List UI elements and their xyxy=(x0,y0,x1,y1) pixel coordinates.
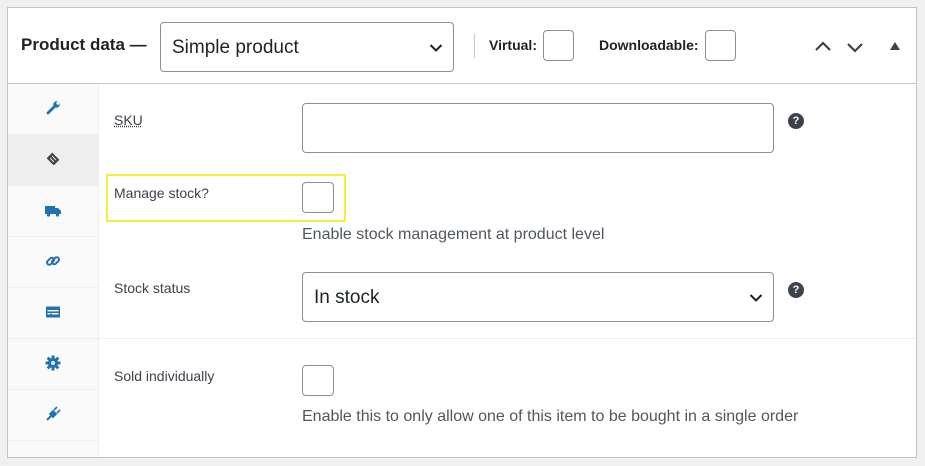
tab-general[interactable] xyxy=(8,84,99,135)
tab-advanced[interactable] xyxy=(8,339,99,390)
plug-icon xyxy=(46,406,61,421)
manage-stock-description: Enable stock management at product level xyxy=(302,226,605,243)
chevron-down-icon xyxy=(749,294,763,302)
stock-status-help-icon[interactable]: ? xyxy=(788,282,804,298)
stock-status-label: Stock status xyxy=(114,280,191,296)
tab-get-more-options[interactable] xyxy=(8,390,99,441)
product-data-tabs xyxy=(8,84,99,457)
panel-title: Product data — xyxy=(21,35,147,54)
sku-label: SKU xyxy=(114,112,143,128)
product-type-select[interactable]: Simple product xyxy=(160,22,454,72)
product-data-panel: Product data — Simple product Virtual: D… xyxy=(7,7,917,458)
panel-header: Product data — Simple product Virtual: D… xyxy=(8,8,916,84)
wrench-icon xyxy=(46,101,60,115)
sku-help-icon[interactable]: ? xyxy=(788,113,804,129)
product-type-value: Simple product xyxy=(172,37,299,58)
manage-stock-checkbox[interactable] xyxy=(302,182,334,213)
virtual-checkbox[interactable] xyxy=(543,30,574,61)
tab-inventory[interactable] xyxy=(8,135,99,186)
move-up-icon[interactable] xyxy=(812,36,834,58)
header-separator xyxy=(474,34,475,58)
truck-icon xyxy=(45,206,61,217)
collapse-toggle-icon[interactable] xyxy=(884,36,906,58)
tab-linked-products[interactable] xyxy=(8,237,99,288)
move-down-icon[interactable] xyxy=(844,36,866,58)
sold-individually-description: Enable this to only allow one of this it… xyxy=(302,408,799,425)
sold-individually-checkbox[interactable] xyxy=(302,365,334,396)
tab-shipping[interactable] xyxy=(8,186,99,237)
options-group-divider xyxy=(99,338,916,339)
tab-attributes[interactable] xyxy=(8,288,99,339)
gear-icon xyxy=(45,355,61,371)
stock-status-value: In stock xyxy=(314,287,380,308)
link-icon xyxy=(46,256,60,266)
chevron-down-icon xyxy=(429,44,443,52)
virtual-label: Virtual: xyxy=(489,37,537,53)
downloadable-checkbox[interactable] xyxy=(705,30,736,61)
sku-input[interactable] xyxy=(302,103,774,153)
card-icon xyxy=(46,306,60,318)
stock-status-select[interactable]: In stock xyxy=(302,272,774,322)
tag-icon xyxy=(46,152,60,166)
sold-individually-label: Sold individually xyxy=(114,368,215,384)
downloadable-label: Downloadable: xyxy=(599,37,699,53)
